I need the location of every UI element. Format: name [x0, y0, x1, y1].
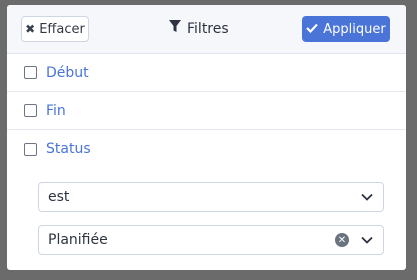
panel-title-text: Filtres [187, 20, 229, 37]
chevron-down-icon[interactable] [361, 193, 373, 201]
operator-select[interactable]: est [38, 182, 384, 212]
apply-button-label: Appliquer [323, 21, 386, 37]
backdrop-left [0, 0, 7, 280]
filter-icon [169, 20, 181, 37]
backdrop-bottom [0, 270, 417, 280]
checkbox-debut[interactable] [24, 66, 37, 79]
clear-selection-icon[interactable]: ✕ [335, 233, 349, 247]
filter-label-status[interactable]: Status [46, 141, 91, 157]
filter-label-fin[interactable]: Fin [46, 103, 66, 119]
checkbox-fin[interactable] [24, 104, 37, 117]
checkbox-status[interactable] [24, 142, 37, 156]
filter-row-status[interactable]: Status [7, 130, 406, 168]
clear-button-label: Effacer [39, 21, 85, 37]
apply-button[interactable]: Appliquer [302, 16, 390, 42]
status-value-select-value: Planifiée [48, 232, 108, 248]
backdrop-right [410, 0, 417, 280]
check-icon [306, 22, 319, 37]
clear-button[interactable]: ✖ Effacer [21, 16, 89, 42]
filter-label-debut[interactable]: Début [46, 65, 89, 81]
chevron-down-icon[interactable] [361, 236, 373, 244]
status-value-select[interactable]: Planifiée ✕ [38, 225, 384, 255]
close-icon: ✖ [25, 22, 36, 36]
operator-select-value: est [48, 189, 70, 205]
filter-header: ✖ Effacer Filtres Appliquer [7, 5, 406, 54]
filter-panel: ✖ Effacer Filtres Appliquer Début Fin St… [7, 5, 406, 270]
panel-title: Filtres [169, 20, 229, 37]
filter-row-fin[interactable]: Fin [7, 92, 406, 130]
filter-row-debut[interactable]: Début [7, 54, 406, 92]
